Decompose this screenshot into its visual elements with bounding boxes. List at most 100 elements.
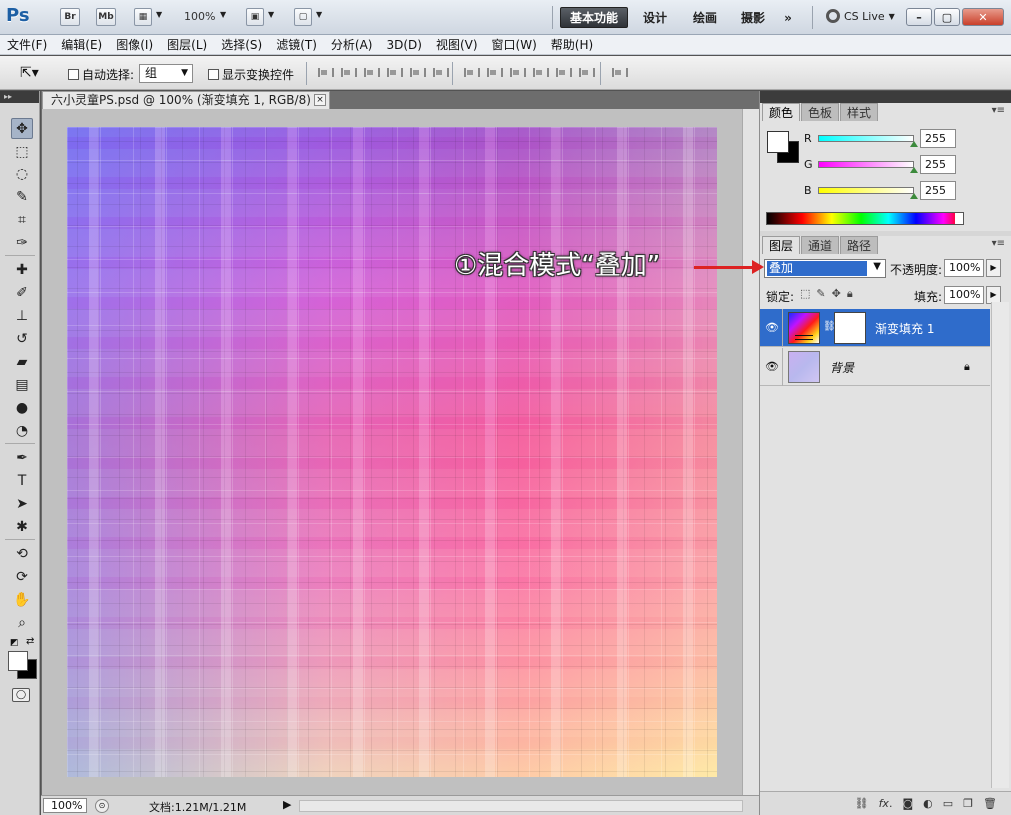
panel-grip[interactable]	[760, 91, 1011, 103]
new-layer-icon[interactable]: ❐	[963, 797, 973, 810]
menu-file[interactable]: 文件(F)	[7, 36, 47, 53]
gradient-tool-icon[interactable]: ▤	[11, 374, 33, 395]
3d-orbit-tool-icon[interactable]: ⟳	[11, 566, 33, 587]
trash-icon[interactable]: 🗑︎	[983, 797, 997, 810]
mini-bridge-button[interactable]: Mb	[96, 8, 116, 26]
chevron-down-icon[interactable]: ▼	[220, 10, 226, 19]
brush-tool-icon[interactable]: ✐	[11, 282, 33, 303]
healing-brush-tool-icon[interactable]: ✚	[11, 259, 33, 280]
bridge-button[interactable]: Br	[60, 8, 80, 26]
chevron-down-icon[interactable]: ▼	[156, 10, 162, 19]
cs-live-menu[interactable]: CS Live ▼	[826, 9, 895, 23]
checkbox-box[interactable]	[68, 69, 79, 80]
lock-position-icon[interactable]: ✥	[832, 287, 841, 301]
document-tab[interactable]: 六小灵童PS.psd @ 100% (渐变填充 1, RGB/8) * ×	[42, 91, 330, 109]
layers-scrollbar[interactable]	[991, 302, 1009, 788]
pen-tool-icon[interactable]: ✒	[11, 447, 33, 468]
layer-row-background[interactable]: 👁︎ 背景 🔒︎	[760, 348, 990, 386]
layer-mask-thumbnail[interactable]	[834, 312, 866, 344]
info-icon[interactable]: ⊙	[95, 799, 109, 813]
marquee-tool-icon[interactable]: ⬚	[11, 141, 33, 162]
menu-select[interactable]: 选择(S)	[221, 36, 262, 53]
workspace-photography-button[interactable]: 摄影	[734, 7, 772, 28]
crop-tool-icon[interactable]: ⌗	[11, 209, 33, 230]
blue-value-input[interactable]: 255	[920, 181, 956, 200]
blend-mode-dropdown[interactable]: 叠加 ▼	[764, 259, 886, 278]
align-top-icon[interactable]	[316, 65, 334, 80]
blur-tool-icon[interactable]: ●	[11, 397, 33, 418]
tab-styles[interactable]: 样式	[840, 103, 879, 121]
tab-paths[interactable]: 路径	[840, 236, 879, 254]
foreground-color-swatch[interactable]	[767, 131, 789, 153]
workspace-design-button[interactable]: 设计	[636, 7, 674, 28]
status-zoom-input[interactable]: 100%	[43, 798, 87, 813]
menu-window[interactable]: 窗口(W)	[492, 36, 537, 53]
tab-swatches[interactable]: 色板	[801, 103, 840, 121]
opacity-slider-arrow-icon[interactable]: ▶	[986, 259, 1001, 277]
color-spectrum-bar[interactable]	[766, 212, 964, 225]
new-group-icon[interactable]: ▭	[943, 797, 953, 810]
eraser-tool-icon[interactable]: ▰	[11, 351, 33, 372]
shape-tool-icon[interactable]: ✱	[11, 516, 33, 537]
clone-stamp-tool-icon[interactable]: ⊥	[11, 305, 33, 326]
workspace-painting-button[interactable]: 绘画	[686, 7, 724, 28]
red-value-input[interactable]: 255	[920, 129, 956, 148]
distribute-right-icon[interactable]	[577, 65, 595, 80]
quick-select-tool-icon[interactable]: ✎	[11, 186, 33, 207]
tab-layers[interactable]: 图层	[762, 236, 801, 254]
red-slider-track[interactable]	[818, 135, 914, 142]
menu-filter[interactable]: 滤镜(T)	[276, 36, 317, 53]
image-canvas[interactable]	[67, 127, 717, 777]
default-colors-icon[interactable]: ◩	[10, 638, 19, 648]
close-button[interactable]: ✕	[962, 8, 1004, 26]
menu-layer[interactable]: 图层(L)	[167, 36, 207, 53]
tab-color[interactable]: 颜色	[762, 103, 801, 121]
screen-mode-button[interactable]: ▢	[294, 8, 312, 26]
align-left-icon[interactable]	[385, 65, 403, 80]
align-bottom-icon[interactable]	[362, 65, 380, 80]
close-icon[interactable]: ×	[314, 94, 326, 106]
lock-all-icon[interactable]: 🔒︎	[847, 287, 853, 301]
checkbox-box[interactable]	[208, 69, 219, 80]
lasso-tool-icon[interactable]: ◌	[11, 163, 33, 184]
auto-select-checkbox[interactable]: 自动选择:	[68, 66, 134, 83]
layer-row-gradient-fill[interactable]: 👁︎ ⛓︎ 渐变填充 1	[760, 309, 990, 347]
distribute-top-icon[interactable]	[462, 65, 480, 80]
quick-mask-icon[interactable]: ◯	[12, 688, 30, 702]
status-menu-arrow-icon[interactable]: ▶	[283, 798, 291, 811]
hand-tool-icon[interactable]: ✋	[11, 589, 33, 610]
distribute-left-icon[interactable]	[531, 65, 549, 80]
more-workspaces-button[interactable]: »	[778, 7, 798, 28]
menu-3d[interactable]: 3D(D)	[386, 38, 421, 52]
auto-align-layers-icon[interactable]	[610, 65, 628, 80]
workspace-essentials-button[interactable]: 基本功能	[560, 7, 628, 28]
fill-input[interactable]: 100%	[944, 286, 984, 304]
3d-rotate-tool-icon[interactable]: ⟲	[11, 543, 33, 564]
zoom-level[interactable]: 100%	[184, 10, 215, 23]
chevron-down-icon[interactable]: ▼	[316, 10, 322, 19]
blue-slider-thumb[interactable]	[910, 193, 918, 199]
gradient-fill-thumbnail[interactable]	[788, 312, 820, 344]
move-tool-preset-icon[interactable]: ⇱▾	[20, 65, 39, 81]
zoom-tool-icon[interactable]: ⌕	[11, 612, 33, 633]
maximize-button[interactable]: ▢	[934, 8, 960, 26]
menu-view[interactable]: 视图(V)	[436, 36, 478, 53]
lock-transparent-icon[interactable]: ⬚	[800, 287, 810, 301]
eyedropper-tool-icon[interactable]: ✑	[11, 232, 33, 253]
path-selection-tool-icon[interactable]: ➤	[11, 493, 33, 514]
background-layer-thumbnail[interactable]	[788, 351, 820, 383]
align-right-icon[interactable]	[431, 65, 449, 80]
auto-select-dropdown[interactable]: 组 ▼	[139, 64, 193, 83]
green-value-input[interactable]: 255	[920, 155, 956, 174]
distribute-vcenter-icon[interactable]	[485, 65, 503, 80]
chevron-down-icon[interactable]: ▼	[268, 10, 274, 19]
red-slider-thumb[interactable]	[910, 141, 918, 147]
swap-colors-icon[interactable]: ⇄	[26, 636, 34, 647]
menu-help[interactable]: 帮助(H)	[551, 36, 593, 53]
eye-icon[interactable]: 👁︎	[765, 321, 779, 334]
panel-menu-icon[interactable]: ▾≡	[992, 105, 1005, 116]
document-vertical-scrollbar[interactable]	[742, 109, 759, 795]
fx-icon[interactable]: fx.	[879, 797, 893, 810]
align-hcenter-icon[interactable]	[408, 65, 426, 80]
blue-slider-track[interactable]	[818, 187, 914, 194]
